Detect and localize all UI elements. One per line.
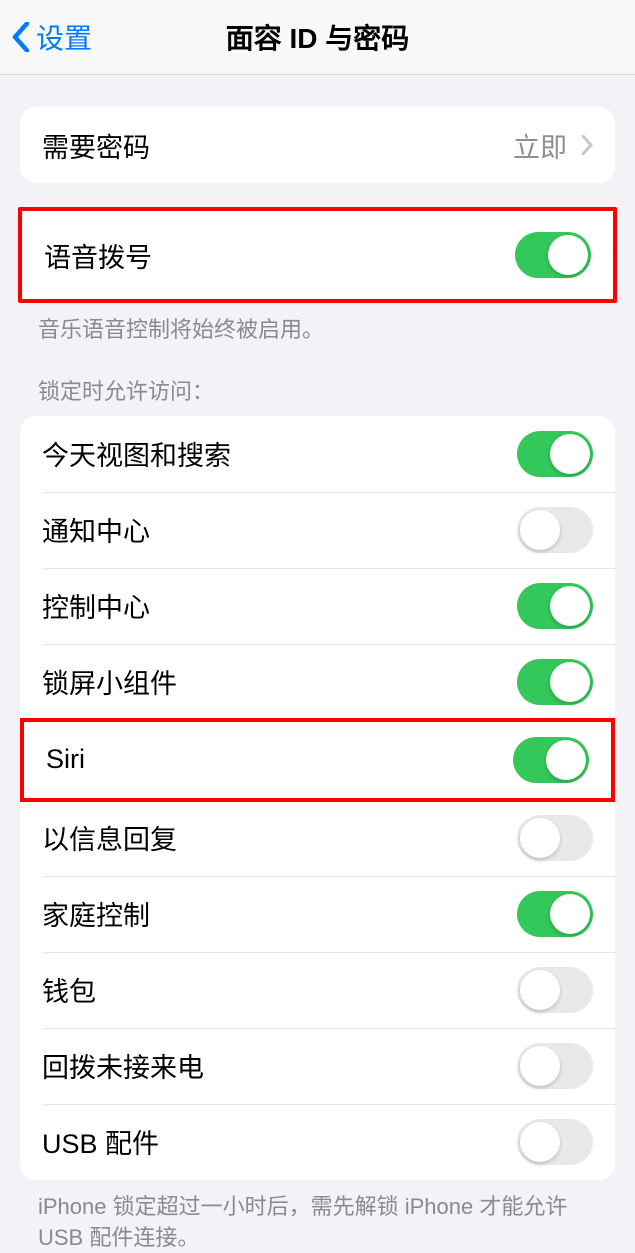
lock-item-row: 回拨未接来电: [20, 1028, 615, 1104]
lock-access-footer: iPhone 锁定超过一小时后，需先解锁 iPhone 才能允许 USB 配件连…: [0, 1180, 635, 1253]
siri-highlight: Siri: [20, 718, 615, 802]
voice-dial-label: 语音拨号: [44, 236, 152, 275]
lock-item-label: 今天视图和搜索: [42, 434, 231, 473]
lock-item-toggle[interactable]: [517, 659, 593, 705]
lock-item-label: 家庭控制: [42, 894, 150, 933]
lock-item-row: 家庭控制: [20, 876, 615, 952]
lock-item-row: 锁屏小组件: [20, 644, 615, 720]
page-title: 面容 ID 与密码: [0, 17, 635, 57]
lock-item-row: 以信息回复: [20, 800, 615, 876]
lock-item-row: Siri: [24, 722, 611, 798]
lock-item-row: 今天视图和搜索: [20, 416, 615, 492]
lock-item-label: 锁屏小组件: [42, 662, 177, 701]
voice-dial-toggle[interactable]: [515, 232, 591, 278]
lock-item-label: 控制中心: [42, 586, 150, 625]
lock-item-label: Siri: [46, 744, 85, 775]
passcode-group: 需要密码 立即: [20, 107, 615, 183]
voice-dial-footer: 音乐语音控制将始终被启用。: [0, 303, 635, 346]
require-passcode-value: 立即: [513, 126, 593, 165]
lock-item-label: USB 配件: [42, 1122, 159, 1161]
lock-item-label: 钱包: [42, 970, 96, 1009]
lock-item-label: 回拨未接来电: [42, 1046, 204, 1085]
lock-item-toggle[interactable]: [517, 967, 593, 1013]
voice-dial-highlight: 语音拨号: [18, 207, 617, 303]
voice-dial-row: 语音拨号: [22, 211, 613, 299]
lock-item-row: 控制中心: [20, 568, 615, 644]
lock-item-toggle[interactable]: [517, 1119, 593, 1165]
lock-item-toggle[interactable]: [517, 507, 593, 553]
lock-item-toggle[interactable]: [517, 891, 593, 937]
back-button[interactable]: 设置: [0, 17, 92, 57]
navbar: 设置 面容 ID 与密码: [0, 0, 635, 75]
lock-item-label: 以信息回复: [42, 818, 177, 857]
lock-item-row: USB 配件: [20, 1104, 615, 1180]
lock-item-label: 通知中心: [42, 510, 150, 549]
require-passcode-label: 需要密码: [42, 126, 150, 165]
lock-item-toggle[interactable]: [517, 815, 593, 861]
lock-item-toggle[interactable]: [513, 737, 589, 783]
lock-access-header: 锁定时允许访问：: [0, 346, 635, 416]
lock-item-toggle[interactable]: [517, 583, 593, 629]
chevron-left-icon: [12, 22, 30, 52]
lock-item-row: 钱包: [20, 952, 615, 1028]
lock-access-group: 今天视图和搜索通知中心控制中心锁屏小组件 Siri 以信息回复家庭控制钱包回拨未接来…: [20, 416, 615, 1180]
lock-item-row: 通知中心: [20, 492, 615, 568]
back-label: 设置: [36, 17, 92, 57]
lock-item-toggle[interactable]: [517, 431, 593, 477]
require-passcode-row[interactable]: 需要密码 立即: [20, 107, 615, 183]
chevron-right-icon: [581, 135, 593, 155]
lock-item-toggle[interactable]: [517, 1043, 593, 1089]
